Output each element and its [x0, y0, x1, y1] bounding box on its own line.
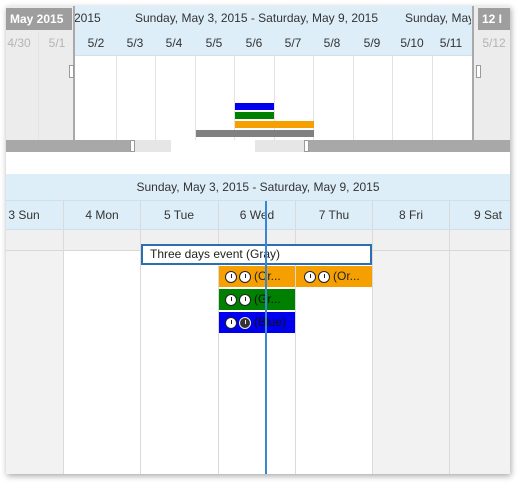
clock-icon	[239, 293, 251, 306]
event-title: (Gr...	[254, 292, 281, 306]
clock-icon	[225, 316, 237, 329]
day-column-divider	[218, 201, 219, 474]
day-column-divider	[63, 201, 64, 474]
overview-event-bar-gray	[196, 130, 314, 137]
overview-scrollbar-thumb[interactable]	[171, 140, 255, 152]
overview-day-5-7: 5/7	[284, 36, 302, 50]
overview-range-boundary-right	[472, 6, 474, 140]
current-time-indicator	[265, 201, 267, 474]
overview-day-5-2: 5/2	[87, 36, 105, 50]
overview-gridline	[155, 55, 156, 140]
overview-event-bar-blue	[235, 103, 274, 110]
day-header-fri[interactable]: 8 Fri	[372, 201, 450, 229]
clock-icon	[225, 270, 237, 283]
overview-day-5-10: 5/10	[400, 36, 424, 50]
overview-gridline	[38, 31, 39, 140]
clock-icon	[239, 270, 251, 283]
overview-gridline	[432, 55, 433, 140]
overview-day-5-1: 5/1	[48, 36, 66, 50]
day-column-divider	[449, 201, 450, 474]
event-orange-wed[interactable]: (Or...	[219, 266, 295, 287]
overview-day-5-4: 5/4	[165, 36, 183, 50]
day-header-tue[interactable]: 5 Tue	[140, 201, 218, 229]
overview-day-5-3: 5/3	[126, 36, 144, 50]
overview-day-5-11: 5/11	[439, 36, 463, 50]
overview-day-5-6: 5/6	[245, 36, 263, 50]
event-title: (Blue)	[254, 315, 287, 329]
overview-gridline	[392, 55, 393, 140]
day-column-divider	[372, 201, 373, 474]
overview-day-4-30: 4/30	[7, 36, 31, 50]
overview-day-5-9: 5/9	[363, 36, 381, 50]
day-header-mon[interactable]: 4 Mon	[63, 201, 141, 229]
day-column-divider	[295, 201, 296, 474]
event-title: Three days event (Gray)	[150, 247, 281, 261]
scheduler-day-header-row: 3 Sun 4 Mon 5 Tue 6 Wed 7 Thu 8 Fri 9 Sa…	[6, 201, 510, 230]
overview-day-5-12: 5/12	[482, 36, 506, 50]
clock-icon	[225, 293, 237, 306]
event-blue[interactable]: (Blue)	[219, 312, 295, 333]
clock-icon	[239, 316, 251, 329]
overview-gridline	[195, 55, 196, 140]
day-header-sat[interactable]: 9 Sat	[449, 201, 510, 229]
scrollbar-right-handle[interactable]	[304, 140, 309, 152]
overview-gridline	[116, 55, 117, 140]
day-column-divider	[140, 201, 141, 474]
event-title: (Or...	[333, 269, 360, 283]
scheduler-range-header: Sunday, May 3, 2015 - Saturday, May 9, 2…	[6, 174, 510, 201]
scrollbar-left-handle[interactable]	[130, 140, 135, 152]
overview-day-5-5: 5/5	[205, 36, 223, 50]
day-header-thu[interactable]: 7 Thu	[295, 201, 373, 229]
overview-right-resize-handle[interactable]	[476, 65, 481, 78]
clock-icon	[304, 270, 316, 283]
overview-range-label: Sunday, May 3, 2015 - Saturday, May 9, 2…	[135, 11, 379, 25]
overview-event-bar-green	[235, 112, 274, 119]
event-title: (Or...	[254, 269, 281, 283]
overview-partial-range-label: 2015	[74, 11, 101, 25]
overview-scrollbar[interactable]	[6, 140, 510, 152]
day-header-sun[interactable]: 3 Sun	[6, 201, 63, 229]
event-three-days-gray[interactable]: Three days event (Gray)	[141, 244, 372, 265]
overview-next-range-label: Sunday, May 1	[405, 11, 471, 25]
overview-left-resize-handle[interactable]	[69, 65, 74, 78]
overview-event-bar-orange	[235, 121, 314, 128]
clock-icon	[318, 270, 330, 283]
event-orange-thu[interactable]: (Or...	[296, 266, 372, 287]
overview-gridline	[353, 55, 354, 140]
event-green[interactable]: (Gr...	[219, 289, 295, 310]
right-period-label: 12 I	[478, 8, 510, 30]
overview-range-header: 2015 Sunday, May 3, 2015 - Saturday, May…	[74, 6, 472, 32]
scheduler-window: May 2015 12 I 2015 Sunday, May 3, 2015 -…	[6, 6, 510, 474]
month-label: May 2015	[6, 8, 72, 30]
overview-day-5-8: 5/8	[323, 36, 341, 50]
day-header-wed[interactable]: 6 Wed	[218, 201, 296, 229]
